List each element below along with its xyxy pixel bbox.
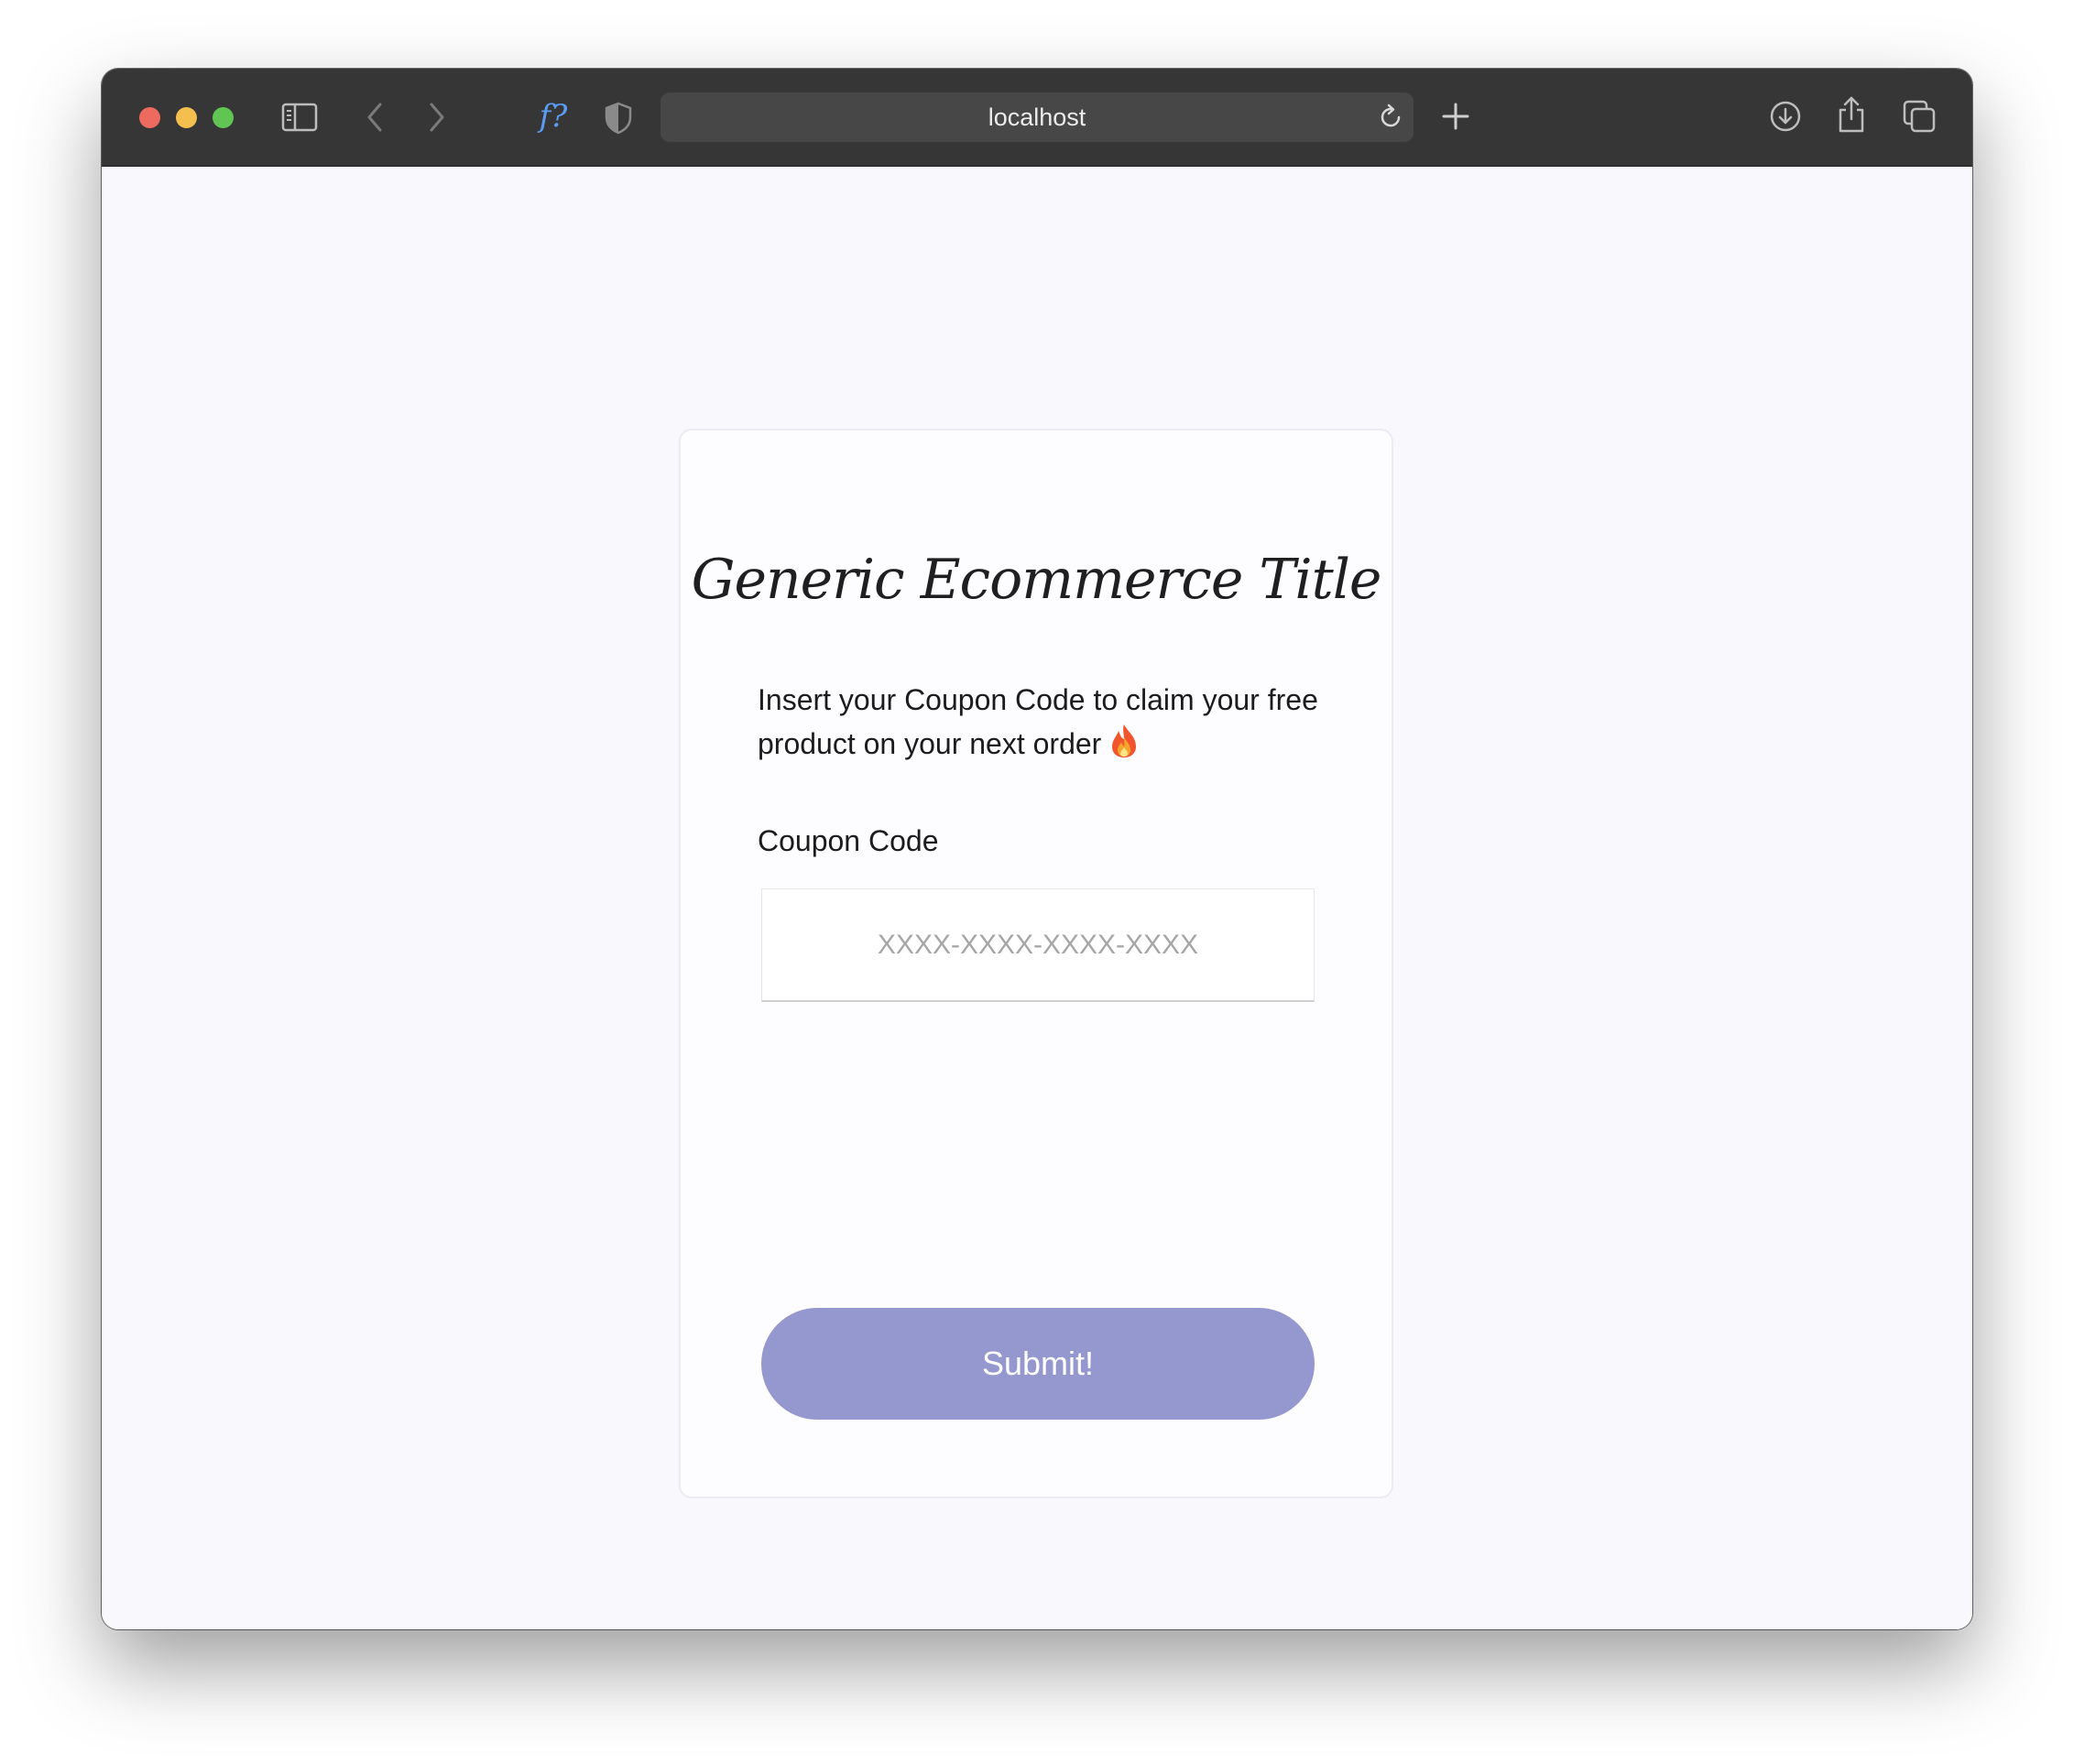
description-text: Insert your Coupon Code to claim your fr…: [758, 683, 1318, 760]
coupon-description: Insert your Coupon Code to claim your fr…: [758, 678, 1344, 771]
share-icon[interactable]: [1833, 94, 1870, 135]
minimize-window-button[interactable]: [176, 107, 197, 128]
address-bar[interactable]: localhost: [660, 93, 1414, 142]
browser-toolbar: f? localhost: [102, 69, 1972, 167]
coupon-code-label: Coupon Code: [758, 824, 939, 857]
sidebar-icon[interactable]: [281, 102, 318, 133]
plus-icon[interactable]: [1437, 98, 1474, 135]
zoom-window-button[interactable]: [213, 107, 234, 128]
close-window-button[interactable]: [139, 107, 160, 128]
reload-icon[interactable]: [1375, 102, 1406, 133]
address-text: localhost: [988, 103, 1086, 131]
browser-window: f? localhost Generic Ecommerce Title Ins…: [102, 69, 1972, 1629]
shield-icon[interactable]: [602, 100, 635, 136]
page-content: Generic Ecommerce Title Insert your Coup…: [102, 167, 1972, 1629]
download-icon[interactable]: [1767, 98, 1804, 135]
chevron-left-icon[interactable]: [358, 100, 391, 135]
coupon-code-input[interactable]: [761, 888, 1315, 1002]
fire-icon: [1108, 723, 1140, 771]
page-title: Generic Ecommerce Title: [691, 548, 1382, 612]
tabs-overview-icon[interactable]: [1901, 98, 1938, 135]
coupon-card: Generic Ecommerce Title Insert your Coup…: [679, 429, 1393, 1498]
extension-button[interactable]: f?: [530, 93, 576, 140]
chevron-right-icon[interactable]: [420, 100, 453, 135]
submit-button[interactable]: Submit!: [761, 1308, 1315, 1420]
